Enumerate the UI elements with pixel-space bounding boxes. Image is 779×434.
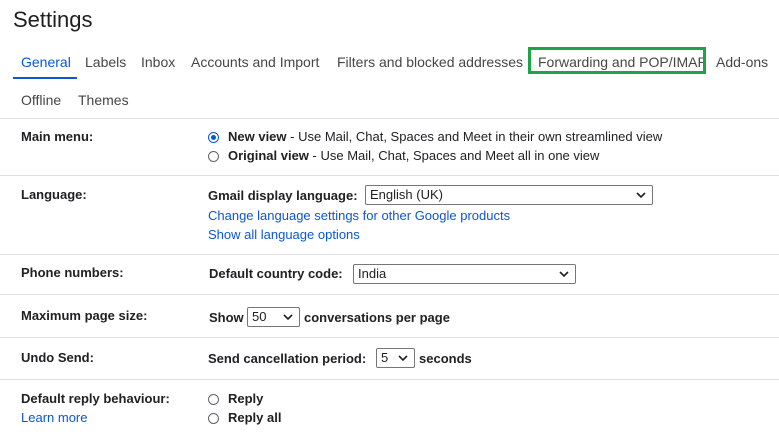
seconds-suffix: seconds: [419, 351, 472, 366]
original-view-option[interactable]: Original view - Use Mail, Chat, Spaces a…: [228, 148, 599, 163]
tab-general[interactable]: General: [21, 54, 71, 70]
country-code-label: Default country code:: [209, 266, 343, 281]
chevron-down-icon: [636, 192, 646, 199]
reply-option-label[interactable]: Reply: [228, 391, 263, 406]
page-size-select[interactable]: 50: [247, 307, 300, 327]
reply-all-radio[interactable]: [208, 413, 219, 424]
chevron-down-icon: [559, 271, 569, 278]
language-label: Language:: [21, 187, 87, 202]
cancellation-period-value: 5: [381, 350, 389, 365]
tab-labels[interactable]: Labels: [85, 54, 126, 70]
divider: [0, 294, 779, 295]
display-language-label: Gmail display language:: [208, 188, 358, 203]
country-code-select[interactable]: India: [353, 264, 576, 284]
learn-more-link[interactable]: Learn more: [21, 410, 87, 425]
divider: [0, 118, 779, 119]
new-view-radio[interactable]: [208, 132, 219, 143]
original-view-title: Original view: [228, 148, 309, 163]
reply-all-option-label[interactable]: Reply all: [228, 410, 281, 425]
reply-radio[interactable]: [208, 394, 219, 405]
default-reply-behaviour-label: Default reply behaviour:: [21, 391, 170, 406]
original-view-radio[interactable]: [208, 151, 219, 162]
tab-add-ons[interactable]: Add-ons: [716, 54, 768, 70]
original-view-description: - Use Mail, Chat, Spaces and Meet all in…: [308, 148, 600, 163]
page-size-value: 50: [252, 309, 267, 324]
phone-numbers-label: Phone numbers:: [21, 265, 124, 280]
page-title: Settings: [13, 7, 93, 32]
tab-themes[interactable]: Themes: [78, 92, 129, 108]
country-code-value: India: [358, 266, 387, 281]
chevron-down-icon: [283, 314, 293, 321]
maximum-page-size-label: Maximum page size:: [21, 308, 148, 323]
divider: [0, 379, 779, 380]
divider: [0, 175, 779, 176]
active-tab-indicator: [13, 77, 77, 79]
undo-send-label: Undo Send:: [21, 350, 94, 365]
tab-offline[interactable]: Offline: [21, 92, 61, 108]
new-view-title: New view: [228, 129, 287, 144]
cancellation-period-label: Send cancellation period:: [208, 351, 367, 366]
show-prefix: Show: [209, 310, 244, 325]
highlight-box: [528, 47, 706, 74]
page-size-suffix: conversations per page: [304, 310, 450, 325]
cancellation-period-select[interactable]: 5: [376, 348, 415, 368]
display-language-select[interactable]: English (UK): [365, 185, 653, 205]
main-menu-label: Main menu:: [21, 129, 94, 144]
divider: [0, 254, 779, 255]
tab-filters-and-blocked-addresses[interactable]: Filters and blocked addresses: [337, 54, 523, 70]
new-view-option[interactable]: New view - Use Mail, Chat, Spaces and Me…: [228, 129, 662, 144]
show-all-language-options-link[interactable]: Show all language options: [208, 227, 360, 242]
change-language-settings-link[interactable]: Change language settings for other Googl…: [208, 208, 510, 223]
divider: [0, 337, 779, 338]
chevron-down-icon: [398, 355, 408, 362]
display-language-value: English (UK): [370, 187, 443, 202]
tab-accounts-and-import[interactable]: Accounts and Import: [191, 54, 319, 70]
tab-inbox[interactable]: Inbox: [141, 54, 175, 70]
new-view-description: - Use Mail, Chat, Spaces and Meet in the…: [286, 129, 663, 144]
